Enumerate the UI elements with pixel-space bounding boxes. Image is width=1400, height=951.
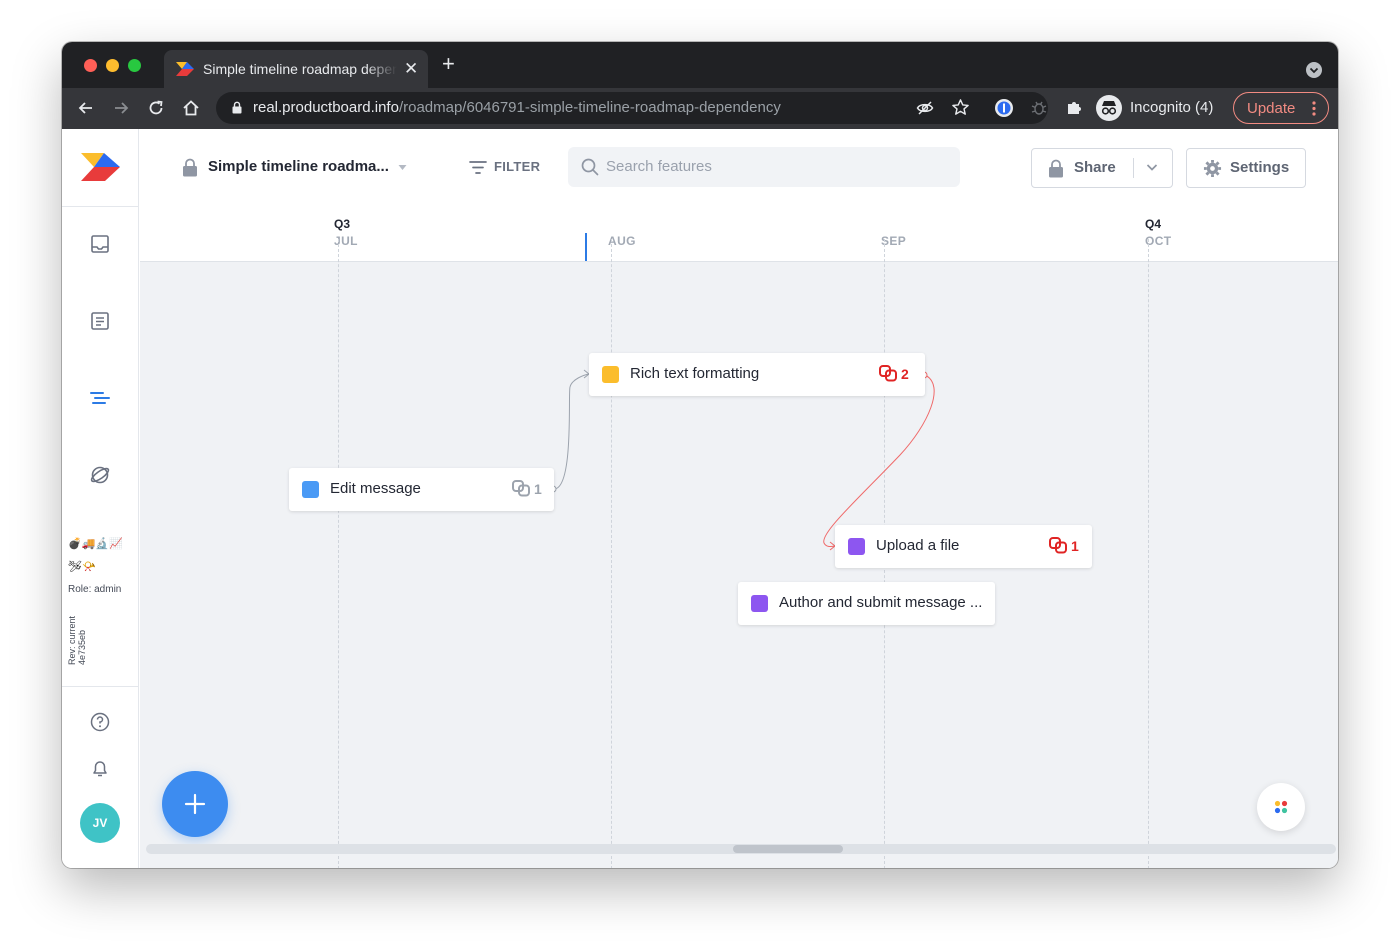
- feature-status-square: [848, 538, 865, 555]
- roadmap-name[interactable]: Simple timeline roadma...: [208, 158, 389, 175]
- apps-grid-button[interactable]: [1257, 783, 1305, 831]
- feature-title: Author and submit message ...: [779, 594, 983, 611]
- share-divider: [1133, 158, 1134, 178]
- help-icon[interactable]: [89, 711, 111, 733]
- horizontal-scrollbar[interactable]: [146, 844, 1336, 854]
- feature-card-edit-message[interactable]: Edit message 1: [289, 468, 554, 511]
- incognito-profile-button[interactable]: Incognito (4): [1096, 93, 1220, 123]
- roadmap-header: Simple timeline roadma... FILTER Search …: [140, 129, 1338, 205]
- features-list-icon[interactable]: [89, 310, 111, 332]
- extension-bug-icon[interactable]: [1029, 98, 1049, 118]
- settings-button[interactable]: Settings: [1186, 148, 1306, 188]
- dependency-links: [549, 369, 935, 551]
- share-button[interactable]: Share: [1031, 148, 1173, 188]
- close-tab-icon[interactable]: ✕: [404, 59, 418, 79]
- emoji-flags: 💣🚚🔬📈: [68, 538, 123, 550]
- tab-title: Simple timeline roadmap dependency: [203, 61, 397, 77]
- scrollbar-thumb[interactable]: [733, 845, 843, 853]
- new-tab-icon[interactable]: +: [442, 53, 455, 75]
- roadmap-icon[interactable]: [89, 387, 111, 409]
- home-icon[interactable]: [181, 98, 201, 118]
- feature-card-author-and-submit-message[interactable]: Author and submit message ...: [738, 582, 995, 625]
- feature-title: Rich text formatting: [630, 365, 760, 382]
- url-text: real.productboard.info/roadmap/6046791-s…: [253, 99, 781, 116]
- browser-window: Simple timeline roadmap dependency ✕ + r…: [62, 42, 1338, 868]
- search-placeholder: Search features: [606, 158, 712, 175]
- productboard-logo-icon[interactable]: [81, 153, 121, 181]
- chevron-down-icon[interactable]: [1146, 163, 1158, 172]
- feature-title: Upload a file: [876, 537, 960, 554]
- user-avatar[interactable]: JV: [80, 803, 120, 843]
- feature-title: Edit message: [330, 480, 421, 497]
- extensions-puzzle-icon[interactable]: [1064, 98, 1084, 118]
- incognito-icon: [1096, 95, 1122, 121]
- update-button[interactable]: Update: [1233, 92, 1329, 124]
- left-sidebar: 💣🚚🔬📈 🛩📯 Role: admin Rev: current 4e735eb…: [62, 129, 139, 868]
- timeline-canvas[interactable]: Q3 Q4 JUL AUG SEP OCT Rich text formatti…: [140, 205, 1338, 868]
- sidebar-divider: [62, 206, 139, 207]
- productboard-app: 💣🚚🔬📈 🛩📯 Role: admin Rev: current 4e735eb…: [62, 129, 1338, 868]
- sidebar-divider: [62, 686, 139, 687]
- dependency-link-icon: [1049, 537, 1067, 554]
- productboard-favicon-icon: [176, 62, 194, 76]
- dependency-link-richtext-to-upload: [823, 374, 935, 548]
- browser-tab[interactable]: Simple timeline roadmap dependency ✕: [164, 50, 428, 88]
- portal-icon[interactable]: [89, 464, 111, 486]
- maximize-window-button[interactable]: [128, 59, 141, 72]
- dependency-badge[interactable]: 1: [1049, 536, 1083, 556]
- tab-search-icon[interactable]: [1306, 62, 1322, 78]
- dependency-badge[interactable]: 2: [879, 364, 915, 384]
- close-window-button[interactable]: [84, 59, 97, 72]
- plus-icon: [184, 793, 206, 815]
- back-arrow-icon[interactable]: [76, 98, 96, 118]
- feature-status-square: [302, 481, 319, 498]
- notifications-bell-icon[interactable]: [89, 757, 111, 779]
- share-lock-icon: [1049, 159, 1063, 178]
- filter-icon[interactable]: [469, 159, 487, 176]
- browser-toolbar: real.productboard.info/roadmap/6046791-s…: [62, 88, 1338, 129]
- tab-bar: Simple timeline roadmap dependency ✕ +: [62, 42, 1338, 88]
- dependency-link-edit-to-richtext: [553, 373, 590, 490]
- private-lock-icon: [183, 158, 197, 177]
- search-features-input[interactable]: Search features: [568, 147, 960, 187]
- dependency-badge[interactable]: 1: [512, 479, 546, 499]
- add-feature-button[interactable]: [162, 771, 228, 837]
- dependency-link-icon: [879, 365, 897, 382]
- forward-arrow-icon[interactable]: [111, 98, 131, 118]
- dependency-link-icon: [512, 480, 530, 497]
- minimize-window-button[interactable]: [106, 59, 119, 72]
- feature-status-square: [751, 595, 768, 612]
- feature-card-rich-text-formatting[interactable]: Rich text formatting 2: [589, 353, 925, 396]
- insights-inbox-icon[interactable]: [89, 233, 111, 255]
- bookmark-star-icon[interactable]: [951, 98, 970, 117]
- address-bar[interactable]: real.productboard.info/roadmap/6046791-s…: [216, 92, 1048, 124]
- roadmap-dropdown-chevron-icon[interactable]: [398, 164, 407, 171]
- search-icon: [581, 158, 599, 176]
- apps-grid-icon: [1274, 800, 1288, 814]
- feature-status-square: [602, 366, 619, 383]
- user-role: Role: admin: [68, 584, 122, 595]
- lock-icon: [232, 101, 242, 114]
- extension-1password-icon[interactable]: [994, 98, 1014, 118]
- feature-card-upload-a-file[interactable]: Upload a file 1: [835, 525, 1092, 568]
- filter-button[interactable]: FILTER: [494, 159, 540, 174]
- incognito-label: Incognito (4): [1130, 99, 1214, 116]
- reload-icon[interactable]: [146, 98, 166, 118]
- emoji-flags-secondary: 🛩📯: [68, 561, 96, 573]
- gear-icon: [1203, 159, 1222, 178]
- more-vertical-icon: [1312, 101, 1316, 116]
- revision-info: Rev: current 4e735eb: [67, 615, 87, 665]
- eye-off-icon[interactable]: [916, 99, 934, 117]
